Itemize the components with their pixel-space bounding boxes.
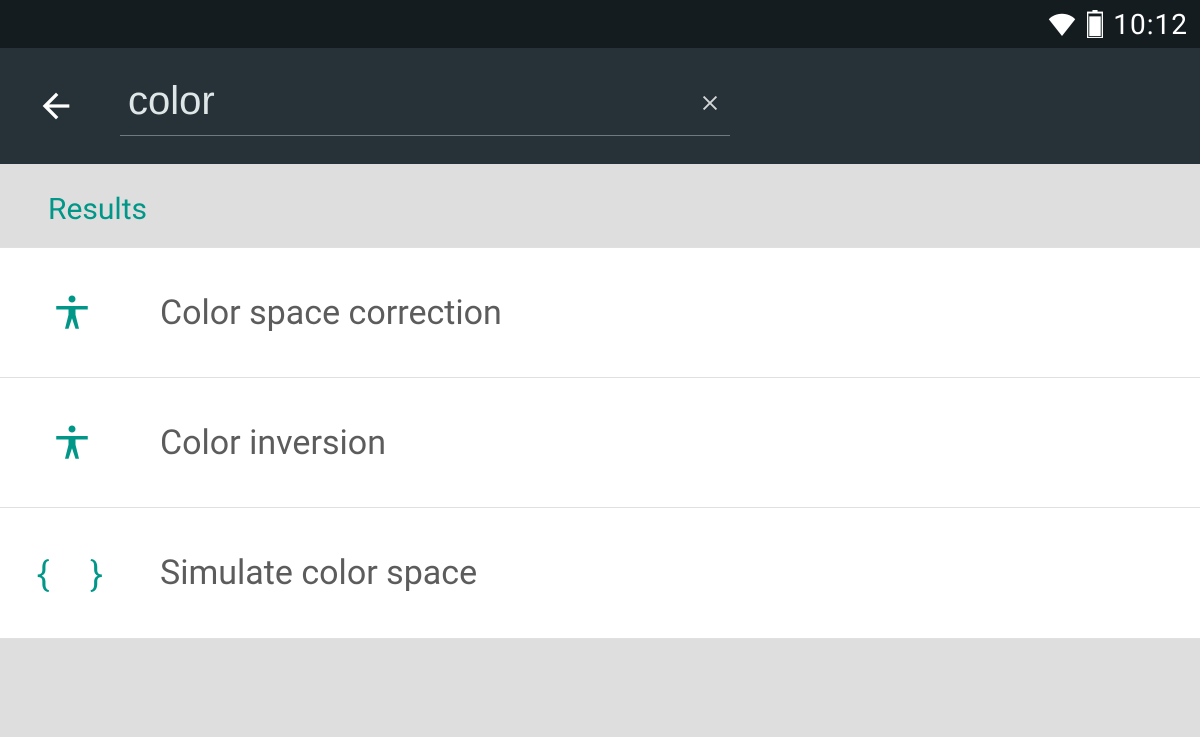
- accessibility-icon: [48, 419, 96, 467]
- battery-icon: [1087, 10, 1103, 38]
- braces-icon: { }: [48, 549, 96, 597]
- clear-search-button[interactable]: [690, 83, 730, 123]
- results-list: Color space correction Color inversion {…: [0, 247, 1200, 639]
- result-item-simulate-color-space[interactable]: { } Simulate color space: [0, 508, 1200, 638]
- status-clock: 10:12: [1113, 8, 1188, 41]
- result-label: Color space correction: [160, 293, 502, 333]
- back-button[interactable]: [32, 82, 80, 130]
- close-icon: [699, 92, 721, 114]
- search-input[interactable]: [120, 79, 690, 132]
- arrow-left-icon: [36, 86, 76, 126]
- result-label: Color inversion: [160, 423, 386, 463]
- app-bar: [0, 48, 1200, 164]
- results-section-header: Results: [0, 164, 1200, 247]
- wifi-icon: [1047, 12, 1077, 36]
- status-bar: 10:12: [0, 0, 1200, 48]
- result-item-color-inversion[interactable]: Color inversion: [0, 378, 1200, 508]
- accessibility-icon: [48, 289, 96, 337]
- result-label: Simulate color space: [160, 553, 477, 593]
- search-field-wrap: [120, 76, 730, 136]
- result-item-color-space-correction[interactable]: Color space correction: [0, 248, 1200, 378]
